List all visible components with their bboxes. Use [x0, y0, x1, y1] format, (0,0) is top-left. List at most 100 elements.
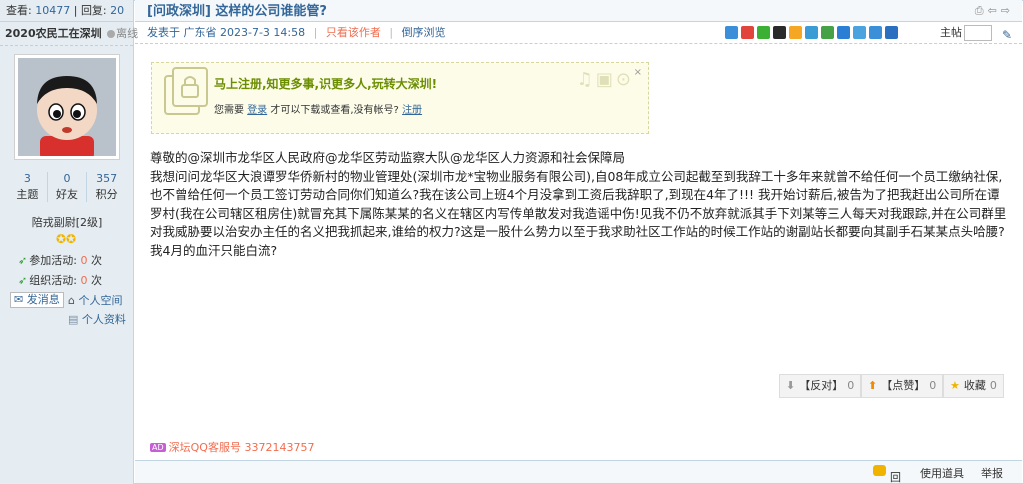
- oppose-count: 0: [847, 379, 855, 392]
- star-icon: ★: [950, 379, 960, 392]
- print-icon[interactable]: ⎙: [975, 4, 988, 17]
- send-message-button[interactable]: ✉ 发消息: [10, 292, 64, 308]
- share-icons: [725, 26, 898, 39]
- post-action-bar: 回复 使用道具 举报: [135, 460, 1022, 484]
- thumb-down-icon: ⬇: [786, 379, 796, 392]
- activity-unit: 次: [90, 274, 102, 287]
- favorite-label: 收藏: [963, 379, 986, 392]
- topics-label: 主题: [16, 188, 39, 201]
- report-button[interactable]: 举报: [981, 465, 1003, 481]
- meta-separator: |: [389, 26, 394, 39]
- ad-text: 深坛QQ客服号 3372143757: [168, 441, 315, 454]
- document-icon: ▤: [68, 313, 79, 326]
- author-name[interactable]: 2020农民工在深圳: [5, 27, 102, 40]
- register-notice: 马上注册,知更多事,识更多人,玩转大深圳! 您需要 登录 才可以下载或查看,没有…: [151, 62, 649, 134]
- register-headline: 马上注册,知更多事,识更多人,玩转大深圳!: [214, 77, 438, 91]
- next-thread-icon[interactable]: ⇨: [1001, 4, 1014, 17]
- views-count: 10477: [35, 4, 71, 17]
- topics-stat[interactable]: 3 主题: [8, 172, 48, 202]
- support-label: 【点赞】: [881, 379, 926, 392]
- points-label: 积分: [95, 188, 118, 201]
- profile-link[interactable]: ▤ 个人资料: [68, 311, 126, 327]
- share-tencent-icon[interactable]: [805, 26, 818, 39]
- reply-icon: [873, 465, 886, 476]
- activity-organized: ➶ 组织活动: 0 次: [18, 272, 102, 288]
- thumb-up-icon: ⬆: [868, 379, 878, 392]
- friends-label: 好友: [56, 188, 78, 201]
- floor-label: 主帖: [940, 26, 962, 39]
- ad-line[interactable]: AD 深坛QQ客服号 3372143757: [150, 439, 314, 455]
- share-edit-icon[interactable]: [853, 26, 866, 39]
- profile-label: 个人资料: [81, 313, 126, 326]
- share-qq-icon[interactable]: [773, 26, 786, 39]
- avatar-image: [18, 58, 116, 156]
- author-sidebar: 查看: 10477 | 回复: 20 2020农民工在深圳 离线 3 主题 0 …: [0, 0, 138, 484]
- register-subline: 您需要 登录 才可以下载或查看,没有帐号? 注册: [214, 101, 422, 116]
- share-weibo-icon[interactable]: [741, 26, 754, 39]
- views-label: 查看:: [6, 4, 32, 17]
- share-renren-icon[interactable]: [837, 26, 850, 39]
- author-stats: 3 主题 0 好友 357 积分: [8, 172, 126, 202]
- runner-icon: ➶: [18, 274, 28, 287]
- notice-pre: 您需要: [214, 105, 244, 116]
- share-qzone-icon[interactable]: [789, 26, 802, 39]
- share-people-icon[interactable]: [885, 26, 898, 39]
- home-icon: ⌂: [68, 294, 75, 307]
- share-wechat-icon[interactable]: [757, 26, 770, 39]
- activity-organized-value: 0: [80, 274, 88, 287]
- share-more-icon[interactable]: [869, 26, 882, 39]
- ad-tag: AD: [150, 443, 166, 452]
- login-link[interactable]: 登录: [247, 105, 267, 116]
- floor-go-icon[interactable]: ✎: [1002, 24, 1012, 46]
- post-content: 尊敬的@深圳市龙华区人民政府@龙华区劳动监察大队@龙华区人力资源和社会保障局 我…: [150, 149, 1010, 260]
- meta-separator: |: [313, 26, 318, 39]
- support-button[interactable]: ⬆ 【点赞】 0: [861, 374, 944, 398]
- personal-space-link[interactable]: ⌂ 个人空间: [68, 292, 122, 308]
- share-plus-icon[interactable]: [725, 26, 738, 39]
- close-icon[interactable]: ×: [634, 67, 642, 78]
- prev-thread-icon[interactable]: ⇦: [988, 4, 1001, 17]
- only-author-link[interactable]: 只看该作者: [326, 26, 381, 39]
- media-decoration-icon: ♫▣⊙: [576, 69, 634, 90]
- user-rank[interactable]: 陪戎副尉[2级]: [0, 214, 134, 230]
- use-tools-button[interactable]: 使用道具: [920, 465, 964, 481]
- thread-title: [问政深圳] 这样的公司谁能管?: [147, 4, 327, 19]
- activity-joined: ➶ 参加活动: 0 次: [18, 252, 102, 268]
- avatar[interactable]: [14, 54, 120, 160]
- thread-title-bar: [问政深圳] 这样的公司谁能管? ⎙⇦⇨: [135, 0, 1022, 22]
- friends-stat[interactable]: 0 好友: [48, 172, 88, 202]
- post-paragraph: 尊敬的@深圳市龙华区人民政府@龙华区劳动监察大队@龙华区人力资源和社会保障局: [150, 150, 626, 165]
- favorite-button[interactable]: ★ 收藏 0: [943, 374, 1004, 398]
- activity-organized-label: 组织活动:: [29, 274, 77, 287]
- post-meta-bar: 发表于 广东省 2023-7-3 14:58 | 只看该作者 | 倒序浏览 主帖…: [135, 22, 1022, 44]
- rank-stars-icon: ✪✪: [56, 232, 77, 246]
- favorite-count: 0: [989, 379, 997, 392]
- envelope-icon: ✉: [14, 293, 24, 306]
- offline-icon: [107, 30, 116, 38]
- replies-count: 20: [110, 4, 125, 17]
- title-toolbar: ⎙⇦⇨: [975, 0, 1014, 22]
- share-douban-icon[interactable]: [821, 26, 834, 39]
- register-link[interactable]: 注册: [402, 105, 422, 116]
- floor-jump-input[interactable]: [964, 25, 992, 41]
- send-message-label: 发消息: [26, 293, 60, 306]
- lock-icon: [172, 67, 208, 107]
- friends-count: 0: [63, 172, 71, 185]
- reverse-order-link[interactable]: 倒序浏览: [402, 26, 446, 39]
- personal-space-label: 个人空间: [78, 294, 123, 307]
- points-stat[interactable]: 357 积分: [87, 172, 126, 202]
- thread-stats: 查看: 10477 | 回复: 20: [0, 0, 133, 22]
- support-count: 0: [929, 379, 937, 392]
- post-paragraph: 我想问问龙华区大浪谭罗华侨新村的物业管理处(深圳市龙*宝物业服务有限公司),自0…: [150, 168, 1007, 258]
- topics-count: 3: [23, 172, 31, 185]
- online-status: 离线: [107, 27, 138, 40]
- reply-button[interactable]: 回复: [873, 465, 901, 484]
- runner-icon: ➶: [18, 254, 28, 267]
- points-count: 357: [96, 172, 118, 185]
- oppose-label: 【反对】: [799, 379, 844, 392]
- author-bar: 2020农民工在深圳 离线: [0, 22, 138, 46]
- oppose-button[interactable]: ⬇ 【反对】 0: [779, 374, 862, 398]
- notice-mid: 才可以下载或查看,没有帐号?: [270, 105, 399, 116]
- post-time: 发表于 广东省 2023-7-3 14:58: [147, 26, 306, 39]
- replies-label: 回复:: [80, 4, 107, 17]
